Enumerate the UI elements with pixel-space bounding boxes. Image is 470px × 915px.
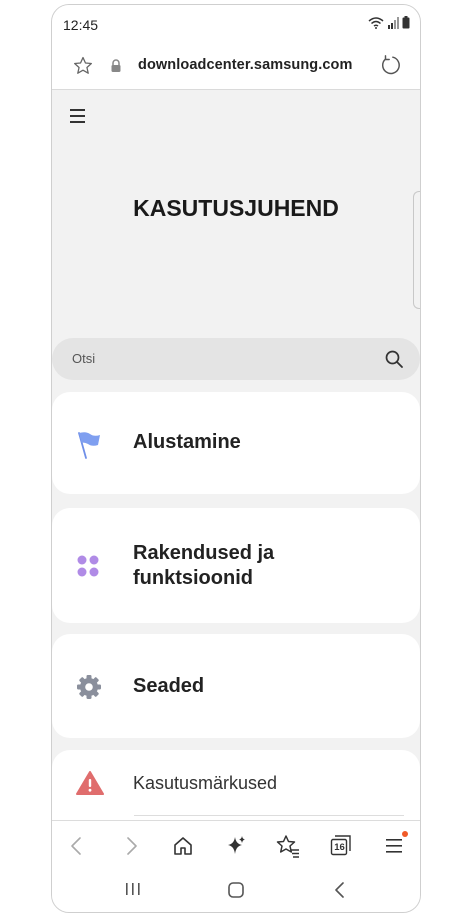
system-nav-bar: [52, 869, 420, 912]
browser-toolbar: 16: [52, 820, 420, 869]
notification-dot: [402, 831, 408, 837]
hamburger-menu-icon[interactable]: [69, 107, 89, 125]
tabs-button[interactable]: 16: [328, 833, 354, 859]
star-icon[interactable]: [72, 55, 94, 77]
warning-icon: [76, 771, 104, 795]
menu-icon: [386, 839, 402, 853]
battery-icon: [402, 16, 410, 29]
gear-icon: [77, 675, 101, 699]
tab-count: 16: [334, 842, 345, 853]
card-label: Alustamine: [133, 431, 241, 453]
sparkle-icon[interactable]: [223, 833, 249, 859]
address-bar: downloadcenter.samsung.com: [52, 43, 420, 90]
home-button-icon[interactable]: [227, 881, 245, 899]
card-label-line1: Rakendused ja: [133, 542, 275, 564]
card-rakendused[interactable]: Rakendused ja funktsioonid: [52, 508, 420, 623]
card-seaded[interactable]: Seaded: [52, 634, 420, 738]
card-label: Seaded: [133, 675, 205, 697]
search-icon[interactable]: [384, 349, 404, 369]
card-label-line2: funktsioonid: [133, 567, 253, 589]
lock-icon: [111, 59, 121, 72]
forward-icon[interactable]: [118, 833, 144, 859]
status-bar: 12:45: [52, 5, 420, 43]
status-icons: [368, 16, 410, 29]
card-label: Kasutusmärkused: [133, 773, 278, 793]
divider: [134, 815, 404, 816]
status-time: 12:45: [63, 17, 99, 33]
recents-icon[interactable]: [124, 881, 142, 897]
scroll-handle[interactable]: [413, 191, 420, 309]
wifi-icon: [368, 16, 384, 29]
search-placeholder: Otsi: [72, 351, 96, 366]
bookmarks-icon[interactable]: [275, 833, 301, 859]
search-field[interactable]: Otsi: [52, 338, 420, 380]
system-back-icon[interactable]: [332, 881, 348, 899]
reload-icon[interactable]: [380, 54, 402, 76]
card-alustamine[interactable]: Alustamine: [52, 392, 420, 494]
phone-screen: 12:45 downloadcenter.samsung.com KASUTUS…: [51, 4, 421, 913]
card-label: Rakendused ja funktsioonid: [133, 541, 274, 591]
signal-icon: [388, 16, 399, 29]
back-icon[interactable]: [64, 833, 90, 859]
page-title: KASUTUSJUHEND: [133, 195, 339, 221]
url-text[interactable]: downloadcenter.samsung.com: [138, 57, 368, 73]
flag-icon: [78, 432, 100, 459]
apps-grid-icon: [77, 555, 99, 577]
menu-button[interactable]: [381, 831, 408, 859]
home-icon[interactable]: [170, 833, 196, 859]
